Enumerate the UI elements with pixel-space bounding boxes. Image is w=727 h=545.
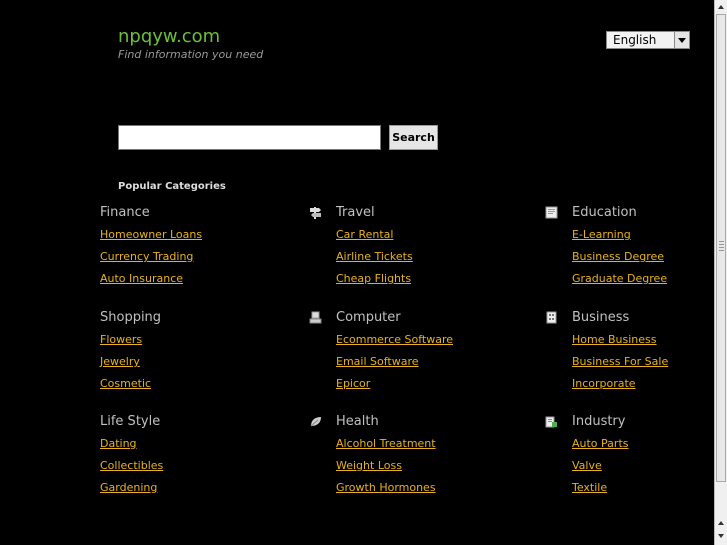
category-shopping: Shopping Flowers Jewelry Cosmetic bbox=[100, 310, 280, 390]
category-title: Computer bbox=[336, 310, 401, 325]
language-select[interactable]: English bbox=[606, 31, 690, 49]
factory-icon bbox=[545, 416, 557, 428]
category-link[interactable]: Flowers bbox=[100, 333, 280, 346]
category-finance: Finance Homeowner Loans Currency Trading… bbox=[100, 205, 280, 285]
book-icon bbox=[545, 206, 558, 219]
category-link[interactable]: Alcohol Treatment bbox=[336, 437, 516, 450]
category-link[interactable]: Growth Hormones bbox=[336, 481, 516, 494]
category-link[interactable]: Homeowner Loans bbox=[100, 228, 280, 241]
category-link[interactable]: Car Rental bbox=[336, 228, 516, 241]
category-link[interactable]: Gardening bbox=[100, 481, 280, 494]
chevron-down-icon[interactable] bbox=[674, 32, 689, 48]
category-title: Health bbox=[336, 414, 379, 429]
category-title: Industry bbox=[572, 414, 626, 429]
category-travel: Travel Car Rental Airline Tickets Cheap … bbox=[336, 205, 516, 285]
category-link[interactable]: Airline Tickets bbox=[336, 250, 516, 263]
leaf-icon bbox=[310, 417, 321, 427]
category-link[interactable]: Ecommerce Software bbox=[336, 333, 516, 346]
category-computer: Computer Ecommerce Software Email Softwa… bbox=[336, 310, 516, 390]
scroll-down-icon[interactable] bbox=[716, 531, 726, 541]
category-link[interactable]: Collectibles bbox=[100, 459, 280, 472]
category-link[interactable]: Cheap Flights bbox=[336, 272, 516, 285]
category-link[interactable]: E-Learning bbox=[572, 228, 727, 241]
computer-icon bbox=[309, 311, 322, 324]
scrollbar-thumb[interactable] bbox=[716, 14, 726, 482]
category-title: Life Style bbox=[100, 414, 161, 429]
grip-icon bbox=[719, 241, 724, 253]
site-header: npqyw.com Find information you need bbox=[118, 26, 263, 61]
category-link[interactable]: Business For Sale bbox=[572, 355, 727, 368]
category-business: Business Home Business Business For Sale… bbox=[572, 310, 727, 390]
category-link[interactable]: Valve bbox=[572, 459, 727, 472]
category-health: Health Alcohol Treatment Weight Loss Gro… bbox=[336, 414, 516, 494]
category-link[interactable]: Dating bbox=[100, 437, 280, 450]
search-input[interactable] bbox=[118, 125, 381, 150]
category-link[interactable]: Auto Insurance bbox=[100, 272, 280, 285]
category-link[interactable]: Epicor bbox=[336, 377, 516, 390]
category-link[interactable]: Weight Loss bbox=[336, 459, 516, 472]
site-tagline: Find information you need bbox=[118, 48, 264, 61]
category-link[interactable]: Home Business bbox=[572, 333, 727, 346]
scroll-up-icon[interactable] bbox=[716, 518, 726, 528]
category-industry: Industry Auto Parts Valve Textile bbox=[572, 414, 727, 494]
category-link[interactable]: Graduate Degree bbox=[572, 272, 727, 285]
category-life-style: Life Style Dating Collectibles Gardening bbox=[100, 414, 280, 494]
building-icon bbox=[546, 311, 557, 324]
category-link[interactable]: Business Degree bbox=[572, 250, 727, 263]
category-link[interactable]: Currency Trading bbox=[100, 250, 280, 263]
category-title: Finance bbox=[100, 205, 150, 220]
signpost-icon bbox=[310, 207, 321, 219]
language-selected: English bbox=[613, 33, 657, 47]
category-link[interactable]: Jewelry bbox=[100, 355, 280, 368]
category-title: Shopping bbox=[100, 310, 162, 325]
category-link[interactable]: Incorporate bbox=[572, 377, 727, 390]
category-link[interactable]: Cosmetic bbox=[100, 377, 280, 390]
category-link[interactable]: Email Software bbox=[336, 355, 516, 368]
site-name[interactable]: npqyw.com bbox=[118, 26, 263, 48]
vertical-scrollbar[interactable] bbox=[714, 0, 727, 545]
scroll-up-icon[interactable] bbox=[716, 2, 726, 12]
search-button[interactable]: Search bbox=[389, 125, 438, 150]
category-education: Education E-Learning Business Degree Gra… bbox=[572, 205, 727, 285]
category-link[interactable]: Auto Parts bbox=[572, 437, 727, 450]
category-title: Travel bbox=[336, 205, 375, 220]
category-title: Education bbox=[572, 205, 637, 220]
category-link[interactable]: Textile bbox=[572, 481, 727, 494]
category-title: Business bbox=[572, 310, 630, 325]
popular-categories-heading: Popular Categories bbox=[118, 181, 226, 192]
